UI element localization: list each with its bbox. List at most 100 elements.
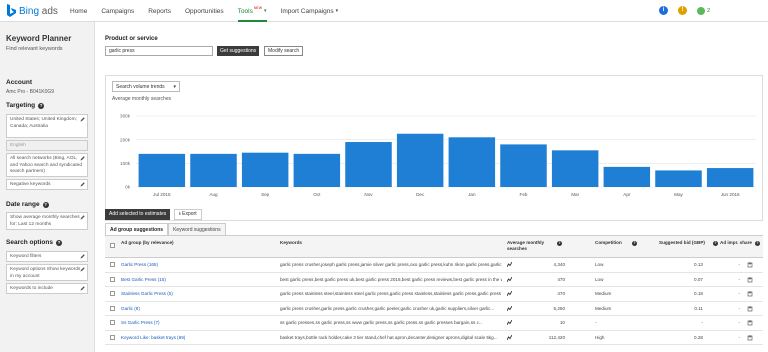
chart-bar[interactable] — [190, 153, 237, 187]
keywords-to-include[interactable]: Keywords to include — [6, 283, 88, 294]
chart-bar[interactable] — [396, 133, 444, 187]
adgroup-link[interactable]: Best Garlic Press (15) — [121, 277, 271, 282]
lightbulb-notifications[interactable]: 2 — [696, 6, 710, 15]
y-tick-label: 200k — [120, 137, 131, 142]
chart-bar[interactable] — [293, 153, 341, 187]
header-icons: i ! 2 — [658, 6, 710, 15]
chart-bar[interactable] — [345, 142, 392, 187]
pencil-icon — [80, 215, 85, 220]
col-adgroup[interactable]: Ad group (by relevance) — [121, 240, 174, 246]
keyword-options[interactable]: Keyword options Show keywords in my acco… — [6, 264, 88, 281]
col-avg-searches[interactable]: Average monthly searches — [507, 240, 555, 251]
table-row[interactable]: Best Garlic Press (15) best garlic press,… — [105, 273, 763, 287]
alert-icon[interactable]: ! — [677, 6, 687, 15]
adgroup-link[interactable]: Keyword Like: basket trays (69) — [121, 335, 271, 340]
nav-import-campaigns[interactable]: Import Campaigns ▾ — [281, 0, 339, 22]
help-icon[interactable]: ? — [55, 239, 62, 246]
x-tick-label: Jan — [468, 192, 476, 197]
row-checkbox[interactable] — [110, 291, 115, 296]
search-volume-dropdown[interactable]: Search volume trends ▾ — [112, 81, 180, 92]
col-suggested-bid[interactable]: Suggested bid (GBP) — [659, 240, 705, 246]
competition-cell: High — [595, 334, 605, 340]
impr-share-cell: - — [738, 334, 740, 340]
adgroup-link[interactable]: Garlic Press (165) — [121, 262, 271, 267]
keywords-cell: garlic press stainless steel,stainless s… — [280, 291, 502, 296]
trend-chart-icon[interactable] — [507, 291, 512, 296]
suggested-bid-cell: 0.28 — [694, 334, 703, 340]
tab-ad-group-suggestions[interactable]: Ad group suggestions — [105, 223, 169, 235]
trend-chart-icon[interactable] — [507, 305, 512, 311]
chart-bar[interactable] — [500, 144, 547, 187]
chart-bar[interactable] — [448, 137, 496, 187]
product-search-input[interactable] — [105, 46, 213, 56]
date-range-value[interactable]: Show average monthly searches for: Last … — [6, 212, 88, 230]
add-to-plan-icon[interactable] — [747, 334, 754, 341]
select-all-checkbox[interactable] — [110, 243, 115, 248]
info-icon[interactable]: i — [658, 6, 668, 15]
chart-bar[interactable] — [241, 152, 289, 187]
impr-share-cell: - — [738, 276, 740, 282]
help-icon[interactable]: ? — [755, 240, 760, 246]
add-to-plan-icon[interactable] — [747, 261, 754, 268]
nav-tools[interactable]: Tools NEW ▾ — [237, 0, 267, 22]
chart-bar[interactable] — [551, 150, 599, 187]
nav-reports[interactable]: Reports — [148, 0, 171, 22]
col-competition[interactable]: Competition — [595, 240, 622, 246]
page-title: Keyword Planner — [6, 34, 72, 43]
chart-bar[interactable] — [138, 153, 186, 187]
add-to-plan-icon[interactable] — [747, 276, 754, 283]
help-icon[interactable]: ? — [38, 102, 45, 109]
help-icon[interactable]: ? — [557, 240, 562, 246]
negative-keywords[interactable]: Negative keywords — [6, 179, 88, 190]
row-checkbox[interactable] — [110, 305, 115, 311]
pencil-icon — [80, 156, 85, 161]
y-tick-label: 100k — [120, 161, 131, 166]
col-ad-impr-share[interactable]: Ad impr. share — [720, 240, 752, 246]
table-row[interactable]: Garlic (8) garlic press crusher,garlic pr… — [105, 302, 763, 316]
trend-chart-icon[interactable] — [507, 262, 512, 267]
pencil-icon — [80, 267, 85, 272]
help-icon[interactable]: ? — [713, 240, 718, 246]
col-keywords[interactable]: Keywords — [280, 240, 302, 246]
table-row[interactable]: Garlic Press (165) garlic press crusher,j… — [105, 258, 763, 273]
target-locations[interactable]: United States; United Kingdom; Canada; A… — [6, 114, 88, 138]
bing-ads-logo[interactable]: Bing ads — [6, 3, 58, 19]
add-to-plan-icon[interactable] — [747, 305, 754, 312]
row-checkbox[interactable] — [110, 334, 115, 340]
trend-chart-icon[interactable] — [507, 334, 512, 340]
trend-chart-icon[interactable] — [507, 320, 512, 325]
add-to-plan-icon[interactable] — [747, 290, 754, 297]
help-icon[interactable]: ? — [632, 240, 637, 246]
add-to-plan-icon[interactable] — [747, 319, 754, 326]
chart-bar[interactable] — [706, 168, 754, 187]
suggested-bid-cell: 0.13 — [694, 262, 703, 267]
table-row[interactable]: Keyword Like: basket trays (69) basket tr… — [105, 331, 763, 345]
adgroup-link[interactable]: Ss Garlic Press (7) — [121, 320, 271, 325]
export-button[interactable]: ⭳ Export — [174, 209, 202, 220]
trend-chart-icon[interactable] — [507, 276, 512, 282]
date-range-heading: Date range? — [6, 201, 49, 208]
chart-bar[interactable] — [655, 170, 702, 187]
help-icon[interactable]: ? — [42, 201, 49, 208]
target-networks[interactable]: All search networks (Bing, AOL, and Yaho… — [6, 153, 88, 177]
target-language[interactable]: English — [6, 140, 88, 151]
row-checkbox[interactable] — [110, 262, 115, 267]
row-checkbox[interactable] — [110, 320, 115, 325]
chart-bar[interactable] — [603, 166, 651, 187]
keyword-filters[interactable]: Keyword filters — [6, 251, 88, 262]
get-suggestions-button[interactable]: Get suggestions — [217, 46, 260, 56]
tab-keyword-suggestions[interactable]: Keyword suggestions — [168, 223, 226, 235]
row-checkbox[interactable] — [110, 276, 115, 282]
nav-campaigns[interactable]: Campaigns — [101, 0, 134, 22]
modify-search-button[interactable]: Modify search — [264, 46, 304, 56]
add-to-estimates-button[interactable]: Add selected to estimates — [105, 209, 171, 220]
results-tabs: Ad group suggestions Keyword suggestions — [105, 223, 226, 235]
search-volume-chart: 0k 100k 200k 300k Jul 2015 Aug Sep Oct Nov Dec Jan… — [120, 114, 756, 197]
table-row[interactable]: Ss Garlic Press (7) ss garlic presses,ss … — [105, 316, 763, 331]
table-row[interactable]: Stainless Garlic Press (5) garlic press s… — [105, 287, 763, 302]
page-subtitle: Find relevant keywords — [6, 46, 63, 52]
adgroup-link[interactable]: Garlic (8) — [121, 306, 271, 311]
nav-opportunities[interactable]: Opportunities — [185, 0, 224, 22]
nav-home[interactable]: Home — [70, 0, 87, 22]
adgroup-link[interactable]: Stainless Garlic Press (5) — [121, 291, 271, 296]
